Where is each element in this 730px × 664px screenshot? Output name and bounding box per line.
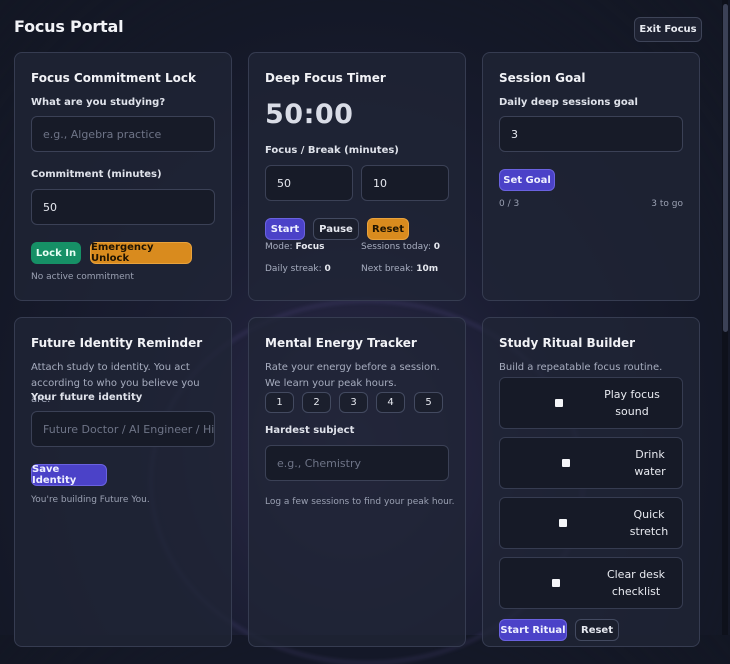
scrollbar[interactable] bbox=[722, 0, 728, 635]
ritual-item[interactable]: Clear desk checklist bbox=[499, 557, 683, 609]
card-title: Session Goal bbox=[499, 71, 586, 85]
energy-level-1[interactable]: 1 bbox=[265, 392, 294, 413]
break-minutes-input[interactable]: 10 bbox=[361, 165, 449, 201]
goal-remaining: 3 to go bbox=[651, 199, 683, 209]
app-title: Focus Portal bbox=[14, 17, 124, 36]
pause-button[interactable]: Pause bbox=[313, 218, 359, 240]
streak-stat: Daily streak: 0 bbox=[265, 264, 331, 274]
start-button[interactable]: Start bbox=[265, 218, 305, 240]
scrollbar-thumb[interactable] bbox=[723, 4, 728, 332]
ritual-checkbox[interactable] bbox=[552, 579, 560, 587]
ritual-item[interactable]: Play focus sound bbox=[499, 377, 683, 429]
commitment-status: No active commitment bbox=[31, 272, 134, 282]
focus-break-label: Focus / Break (minutes) bbox=[265, 145, 399, 156]
ritual-item-label: Drink water bbox=[634, 448, 666, 478]
subject-label: Hardest subject bbox=[265, 425, 355, 436]
reset-ritual-button[interactable]: Reset bbox=[575, 619, 619, 641]
card-title: Study Ritual Builder bbox=[499, 336, 636, 350]
next-break-stat: Next break: 10m bbox=[361, 264, 439, 274]
identity-input[interactable]: Future Doctor / AI Engineer / Hist bbox=[31, 411, 215, 447]
minutes-input[interactable]: 50 bbox=[31, 189, 215, 225]
ritual-item-label: Play focus sound bbox=[604, 388, 660, 418]
ritual-item-label: Quick stretch bbox=[629, 508, 669, 538]
subject-input[interactable]: e.g., Chemistry bbox=[265, 445, 449, 481]
top-bar: Focus Portal Exit Focus bbox=[0, 0, 716, 52]
goal-input[interactable]: 3 bbox=[499, 116, 683, 152]
reset-button[interactable]: Reset bbox=[367, 218, 409, 240]
card-title: Deep Focus Timer bbox=[265, 71, 386, 85]
exit-focus-button[interactable]: Exit Focus bbox=[634, 17, 702, 42]
identity-card: Future Identity Reminder Attach study to… bbox=[14, 317, 232, 647]
energy-level-2[interactable]: 2 bbox=[302, 392, 331, 413]
session-goal-card: Session Goal Daily deep sessions goal 3 … bbox=[482, 52, 700, 301]
card-title: Focus Commitment Lock bbox=[31, 71, 196, 85]
mode-stat: Mode: Focus bbox=[265, 242, 325, 252]
energy-level-5[interactable]: 5 bbox=[414, 392, 443, 413]
ritual-item[interactable]: Drink water bbox=[499, 437, 683, 489]
emergency-unlock-button[interactable]: Emergency Unlock bbox=[90, 242, 192, 264]
ritual-builder-card: Study Ritual Builder Build a repeatable … bbox=[482, 317, 700, 647]
identity-status: You're building Future You. bbox=[31, 495, 150, 505]
start-ritual-button[interactable]: Start Ritual bbox=[499, 619, 567, 641]
save-identity-button[interactable]: Save Identity bbox=[31, 464, 107, 486]
ritual-checkbox[interactable] bbox=[562, 459, 570, 467]
energy-tracker-card: Mental Energy Tracker Rate your energy b… bbox=[248, 317, 466, 647]
ritual-checkbox[interactable] bbox=[559, 519, 567, 527]
study-input[interactable]: e.g., Algebra practice bbox=[31, 116, 215, 152]
goal-progress: 0 / 3 bbox=[499, 199, 520, 209]
set-goal-button[interactable]: Set Goal bbox=[499, 169, 555, 191]
focus-minutes-input[interactable]: 50 bbox=[265, 165, 353, 201]
minutes-label: Commitment (minutes) bbox=[31, 169, 162, 180]
ritual-description: Build a repeatable focus routine. bbox=[499, 362, 663, 373]
lock-in-button[interactable]: Lock In bbox=[31, 242, 81, 264]
timer-display: 50:00 bbox=[265, 99, 354, 130]
energy-level-3[interactable]: 3 bbox=[339, 392, 368, 413]
energy-description: Rate your energy before a session. We le… bbox=[265, 362, 440, 389]
study-label: What are you studying? bbox=[31, 97, 166, 108]
card-title: Future Identity Reminder bbox=[31, 336, 203, 350]
identity-label: Your future identity bbox=[31, 392, 143, 403]
energy-hint: Log a few sessions to find your peak hou… bbox=[265, 497, 455, 507]
focus-timer-card: Deep Focus Timer 50:00 Focus / Break (mi… bbox=[248, 52, 466, 301]
sessions-stat: Sessions today: 0 bbox=[361, 242, 440, 252]
ritual-item-label: Clear desk checklist bbox=[606, 568, 666, 598]
goal-label: Daily deep sessions goal bbox=[499, 97, 638, 108]
commitment-lock-card: Focus Commitment Lock What are you study… bbox=[14, 52, 232, 301]
energy-level-4[interactable]: 4 bbox=[376, 392, 405, 413]
ritual-checkbox[interactable] bbox=[555, 399, 563, 407]
ritual-item[interactable]: Quick stretch bbox=[499, 497, 683, 549]
card-title: Mental Energy Tracker bbox=[265, 336, 417, 350]
